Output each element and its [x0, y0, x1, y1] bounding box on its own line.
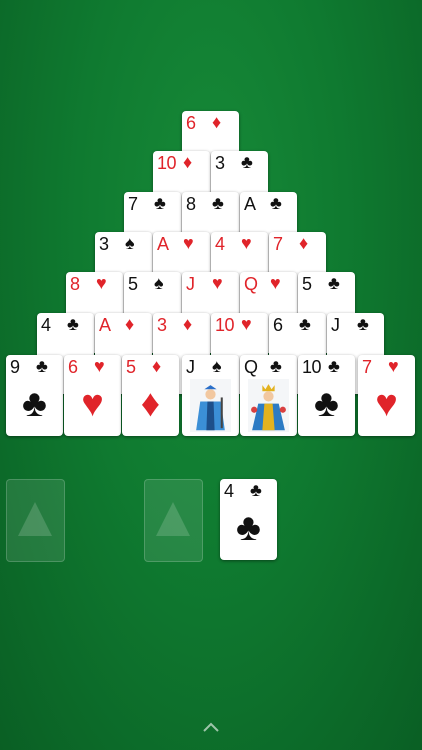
card-rank: Q	[244, 274, 258, 294]
card-rank: 3	[215, 153, 225, 173]
heart-icon: ♥	[270, 273, 281, 293]
club-icon: ♣	[241, 152, 253, 172]
club-icon: ♣	[270, 356, 282, 376]
club-icon: ♣	[328, 273, 340, 293]
pyramid-card-6-hearts[interactable]: 6 ♥ ♥	[64, 355, 121, 436]
card-rank: 6	[273, 315, 283, 335]
card-rank: 4	[224, 481, 234, 501]
card-rank: 7	[362, 357, 372, 377]
club-icon: ♣	[314, 383, 339, 425]
card-rank: 3	[157, 315, 167, 335]
club-icon: ♣	[236, 507, 261, 549]
heart-icon: ♥	[183, 233, 194, 253]
pyramid-card-j-spades[interactable]: J ♠	[182, 355, 239, 436]
spade-icon: ♠	[212, 356, 222, 376]
heart-icon: ♥	[388, 356, 399, 376]
club-icon: ♣	[154, 193, 166, 213]
card-rank: 7	[273, 234, 283, 254]
club-icon: ♣	[212, 193, 224, 213]
diamond-icon: ♦	[299, 233, 309, 253]
club-icon: ♣	[67, 314, 79, 334]
diamond-icon: ♦	[183, 314, 193, 334]
club-icon: ♣	[36, 356, 48, 376]
diamond-icon: ♦	[125, 314, 135, 334]
card-rank: Q	[244, 357, 258, 377]
card-rank: 4	[215, 234, 225, 254]
spade-icon: ♠	[154, 273, 164, 293]
pyramid-card-5-diamonds[interactable]: 5 ♦ ♦	[122, 355, 179, 436]
card-rank: 6	[186, 113, 196, 133]
card-rank: 5	[302, 274, 312, 294]
card-rank: A	[99, 315, 111, 335]
stock-pile-slot[interactable]	[6, 479, 65, 562]
card-rank: 8	[186, 194, 196, 214]
card-rank: 4	[41, 315, 51, 335]
club-icon: ♣	[357, 314, 369, 334]
diamond-icon: ♦	[212, 112, 222, 132]
foundation-slot[interactable]	[144, 479, 203, 562]
card-rank: J	[186, 274, 195, 294]
heart-icon: ♥	[241, 314, 252, 334]
card-rank: A	[157, 234, 169, 254]
card-rank: J	[186, 357, 195, 377]
heart-icon: ♥	[81, 383, 104, 425]
card-rank: 3	[99, 234, 109, 254]
club-icon: ♣	[270, 193, 282, 213]
card-rank: 8	[70, 274, 80, 294]
pyramid-card-9-clubs[interactable]: 9 ♣ ♣	[6, 355, 63, 436]
waste-card-4-clubs[interactable]: 4 ♣ ♣	[220, 479, 277, 560]
card-rank: J	[331, 315, 340, 335]
diamond-icon: ♦	[140, 383, 161, 425]
card-rank: 10	[157, 153, 177, 173]
card-rank: 7	[128, 194, 138, 214]
pyramid-card-10-clubs[interactable]: 10 ♣ ♣	[298, 355, 355, 436]
chevron-up-icon[interactable]	[201, 720, 221, 734]
card-rank: 5	[128, 274, 138, 294]
club-icon: ♣	[328, 356, 340, 376]
card-rank: A	[244, 194, 256, 214]
diamond-icon: ♦	[183, 152, 193, 172]
heart-icon: ♥	[212, 273, 223, 293]
jack-figure-icon	[190, 379, 231, 433]
pyramid-placeholder-icon	[156, 502, 190, 536]
card-rank: 10	[302, 357, 322, 377]
heart-icon: ♥	[241, 233, 252, 253]
queen-figure-icon	[248, 379, 289, 433]
card-rank: 10	[215, 315, 235, 335]
club-icon: ♣	[299, 314, 311, 334]
card-rank: 5	[126, 357, 136, 377]
pyramid-placeholder-icon	[18, 502, 52, 536]
heart-icon: ♥	[94, 356, 105, 376]
club-icon: ♣	[250, 480, 262, 500]
heart-icon: ♥	[375, 383, 398, 425]
club-icon: ♣	[22, 383, 47, 425]
card-rank: 6	[68, 357, 78, 377]
card-rank: 9	[10, 357, 20, 377]
heart-icon: ♥	[96, 273, 107, 293]
spade-icon: ♠	[125, 233, 135, 253]
pyramid-card-q-clubs[interactable]: Q ♣	[240, 355, 297, 436]
diamond-icon: ♦	[152, 356, 162, 376]
pyramid-card-7-hearts[interactable]: 7 ♥ ♥	[358, 355, 415, 436]
